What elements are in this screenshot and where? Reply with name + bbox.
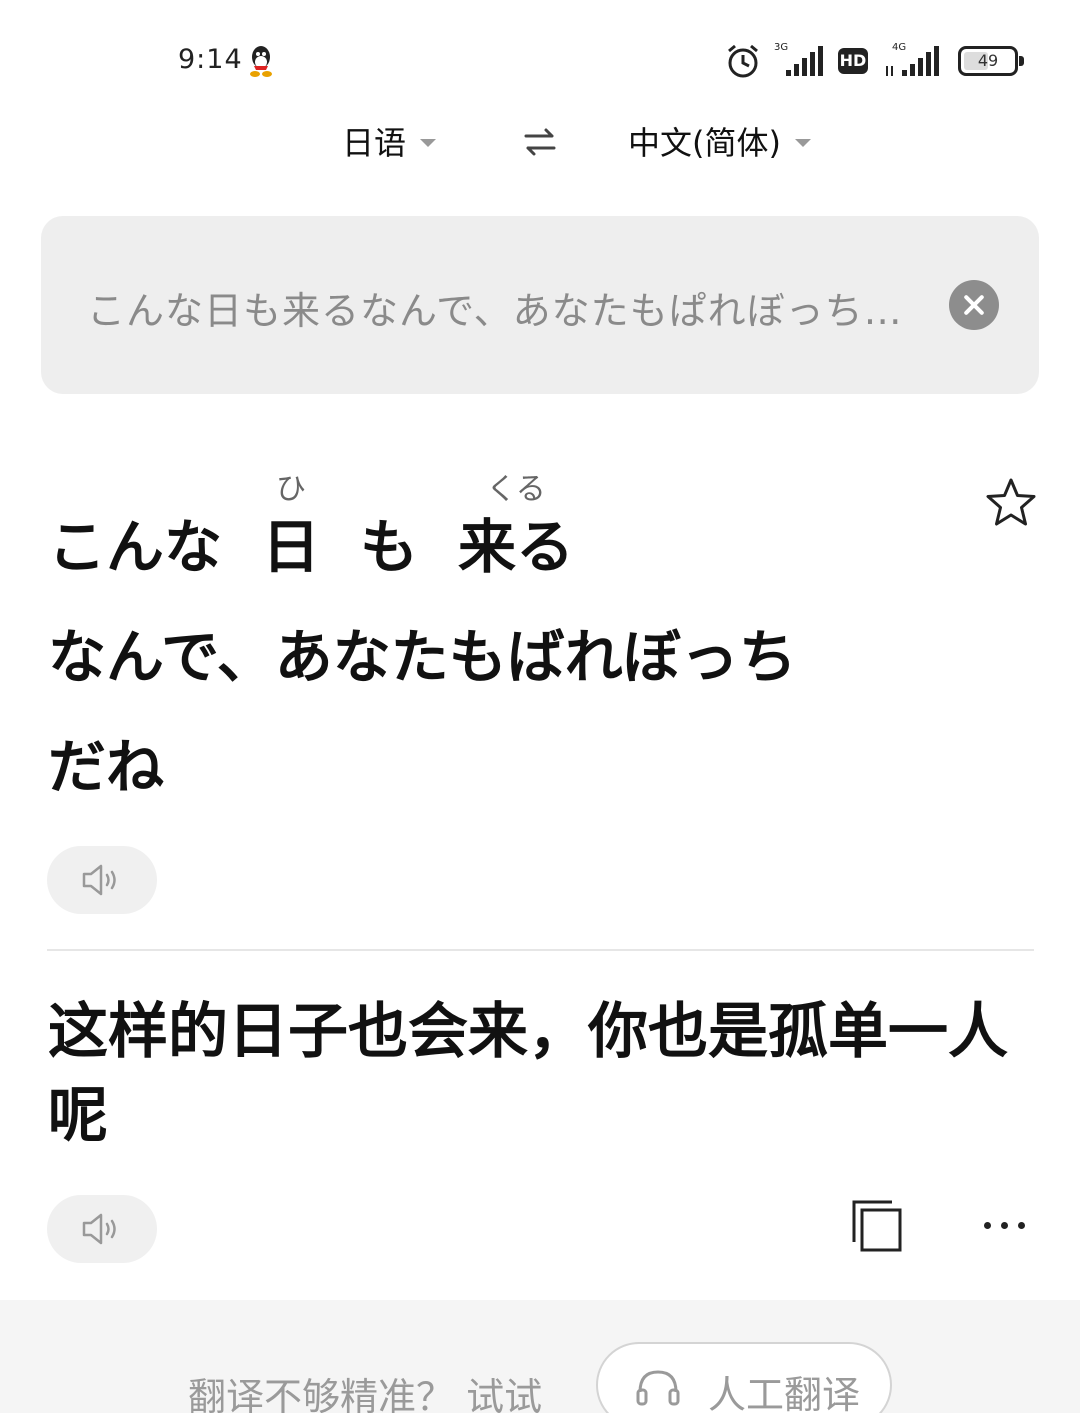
word-base: 来る xyxy=(458,513,575,581)
status-time: 9:14 xyxy=(178,44,243,75)
word-base: こんな xyxy=(48,513,223,581)
svg-text:3G: 3G xyxy=(774,42,788,53)
translation-text: 这样的日子也会来，你也是孤单一人呢 xyxy=(48,997,1008,1151)
signal-4g-icon: 4G xyxy=(886,42,939,76)
human-translation-label: 人工翻译 xyxy=(708,1373,861,1413)
play-translation-audio-button[interactable] xyxy=(47,1195,157,1263)
battery-indicator: 49 xyxy=(958,46,1024,76)
battery-level: 49 xyxy=(977,51,999,70)
copy-icon[interactable] xyxy=(850,1198,904,1254)
caret-down-icon xyxy=(420,139,437,147)
qq-penguin-icon xyxy=(250,46,272,77)
hd-voice-badge: HD xyxy=(838,48,868,74)
word-base: 日 xyxy=(262,513,321,581)
bottom-bar: 翻译不够精准？ 试试 人工翻译 xyxy=(0,1300,1080,1413)
divider xyxy=(47,949,1034,951)
source-language-selector[interactable]: 日语 xyxy=(342,118,437,164)
source-word: ひ 日 xyxy=(262,471,320,585)
language-bar: 日语 中文(简体) xyxy=(0,118,1080,168)
source-word: も xyxy=(360,471,418,585)
speaker-icon xyxy=(82,864,116,896)
play-source-audio-button[interactable] xyxy=(47,846,157,914)
signal-3g-icon: 3G xyxy=(774,42,823,76)
swap-arrows-icon[interactable] xyxy=(522,124,558,160)
caret-down-icon xyxy=(794,139,811,147)
source-word: こんな xyxy=(48,471,222,585)
target-language-label: 中文(简体) xyxy=(628,124,781,162)
clear-input-button[interactable] xyxy=(949,280,999,330)
status-bar: 9:14 3G HD 4G 49 xyxy=(0,0,1080,110)
source-word: くる 来る xyxy=(458,471,574,585)
headset-icon xyxy=(636,1370,680,1406)
target-language-selector[interactable]: 中文(简体) xyxy=(628,118,811,164)
source-line-3: だね xyxy=(48,733,165,801)
human-translation-button[interactable]: 人工翻译 xyxy=(596,1342,892,1413)
translator-screen: 9:14 3G HD 4G 49 日语 中文(简体) こんな日も来るなんで、あな… xyxy=(0,0,1080,1413)
furigana: くる xyxy=(486,472,546,507)
source-result: こんな ひ 日 も くる 来る なんで、あなたもばれぼっち だね xyxy=(48,460,948,805)
source-language-label: 日语 xyxy=(342,124,407,162)
star-favorite-icon[interactable] xyxy=(984,476,1038,530)
alarm-clock-icon xyxy=(728,44,758,78)
furigana: ひ xyxy=(276,472,307,507)
svg-text:4G: 4G xyxy=(892,42,906,53)
speaker-icon xyxy=(82,1213,116,1245)
source-line-1: こんな ひ 日 も くる 来る xyxy=(48,460,948,585)
source-input-box[interactable]: こんな日も来るなんで、あなたもぱれぼっち… xyxy=(41,216,1039,394)
accuracy-hint: 翻译不够精准？ 试试 xyxy=(188,1375,543,1413)
source-input-text[interactable]: こんな日も来るなんで、あなたもぱれぼっち… xyxy=(87,280,937,335)
word-base: も xyxy=(360,513,419,581)
source-line-2: なんで、あなたもばれぼっち xyxy=(48,623,797,691)
more-options-icon[interactable] xyxy=(982,1210,1028,1240)
